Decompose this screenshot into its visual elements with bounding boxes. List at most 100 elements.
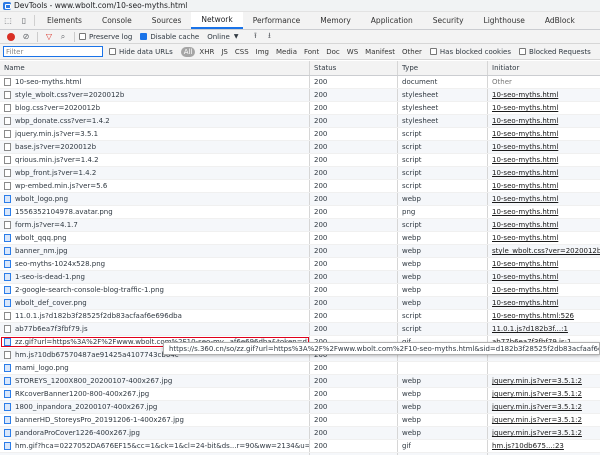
table-row[interactable]: pandoraProCover1226-400x267.jpg 200 webp jq… bbox=[0, 427, 600, 440]
request-name-cell[interactable]: pandoraProCover1226-400x267.jpg bbox=[0, 427, 310, 439]
request-name-cell[interactable]: 2-google-search-console-blog-traffic-1.p… bbox=[0, 284, 310, 296]
table-row[interactable]: 1-seo-is-dead-1.png 200 webp 10-seo-myths.h… bbox=[0, 271, 600, 284]
table-row[interactable]: 10-seo-myths.html 200 document Other bbox=[0, 76, 600, 89]
request-name-cell[interactable]: wp-embed.min.js?ver=5.6 bbox=[0, 180, 310, 192]
request-name-cell[interactable]: wbp_front.js?ver=1.4.2 bbox=[0, 167, 310, 179]
tab-application[interactable]: Application bbox=[361, 12, 423, 29]
hide-data-urls-checkbox[interactable]: Hide data URLs bbox=[109, 48, 173, 56]
table-row[interactable]: hm.gif?hca=0227052DA676EF15&cc=1&ck=1&cl… bbox=[0, 440, 600, 453]
filter-type-other[interactable]: Other bbox=[399, 48, 425, 56]
column-header-status[interactable]: Status bbox=[310, 61, 398, 75]
column-header-type[interactable]: Type bbox=[398, 61, 488, 75]
filter-type-js[interactable]: JS bbox=[218, 48, 231, 56]
tab-memory[interactable]: Memory bbox=[310, 12, 361, 29]
table-row[interactable]: RKcoverBanner1200-800-400x267.jpg 200 webp… bbox=[0, 388, 600, 401]
search-icon[interactable]: ⌕ bbox=[56, 32, 70, 42]
request-name-cell[interactable]: STOREYS_1200X800_20200107-400x267.jpg bbox=[0, 375, 310, 387]
tab-performance[interactable]: Performance bbox=[243, 12, 311, 29]
table-row[interactable]: ab77b6ea7f3fbf79.js 200 script 11.0.1.js?d1… bbox=[0, 323, 600, 336]
column-header-initiator[interactable]: Initiator bbox=[488, 61, 600, 75]
request-name-cell[interactable]: form.js?ver=4.1.7 bbox=[0, 219, 310, 231]
filter-type-media[interactable]: Media bbox=[273, 48, 300, 56]
initiator-link[interactable]: 10-seo-myths.html bbox=[492, 234, 558, 242]
table-row[interactable]: bannerHD_StoreysPro_20191206-1-400x267.j… bbox=[0, 414, 600, 427]
request-name-cell[interactable]: wbp_donate.css?ver=1.4.2 bbox=[0, 115, 310, 127]
blocked-requests-checkbox[interactable]: Blocked Requests bbox=[519, 48, 591, 56]
tab-elements[interactable]: Elements bbox=[37, 12, 92, 29]
filter-type-manifest[interactable]: Manifest bbox=[362, 48, 398, 56]
initiator-link[interactable]: 10-seo-myths.html bbox=[492, 156, 558, 164]
table-row[interactable]: blog.css?ver=2020012b 200 stylesheet 10-seo… bbox=[0, 102, 600, 115]
table-row[interactable]: seo-myths-1024x528.png 200 webp 10-seo-myth… bbox=[0, 258, 600, 271]
filter-type-xhr[interactable]: XHR bbox=[196, 48, 217, 56]
initiator-link[interactable]: 10-seo-myths.html bbox=[492, 143, 558, 151]
tab-sources[interactable]: Sources bbox=[142, 12, 192, 29]
initiator-link[interactable]: 10-seo-myths.html bbox=[492, 104, 558, 112]
table-row[interactable]: wbolt_logo.png 200 webp 10-seo-myths.html bbox=[0, 193, 600, 206]
request-name-cell[interactable]: banner_nm.jpg bbox=[0, 245, 310, 257]
initiator-link[interactable]: 10-seo-myths.html bbox=[492, 91, 558, 99]
disable-cache-checkbox[interactable]: Disable cache bbox=[140, 33, 199, 41]
initiator-link[interactable]: 10-seo-myths.html bbox=[492, 260, 558, 268]
table-row[interactable]: form.js?ver=4.1.7 200 script 10-seo-myths.h… bbox=[0, 219, 600, 232]
tab-console[interactable]: Console bbox=[92, 12, 142, 29]
table-row[interactable]: banner_nm.jpg 200 webp style_wbolt.css?ver=… bbox=[0, 245, 600, 258]
checkbox-box[interactable] bbox=[109, 48, 116, 55]
initiator-link[interactable]: jquery.min.js?ver=3.5.1:2 bbox=[492, 390, 582, 398]
checkbox-box[interactable] bbox=[79, 33, 86, 40]
table-row[interactable]: base.js?ver=2020012b 200 script 10-seo-myth… bbox=[0, 141, 600, 154]
request-name-cell[interactable]: blog.css?ver=2020012b bbox=[0, 102, 310, 114]
table-row[interactable]: wbp_front.js?ver=1.4.2 200 script 10-seo-my… bbox=[0, 167, 600, 180]
initiator-link[interactable]: style_wbolt.css?ver=2020012b bbox=[492, 247, 600, 255]
column-header-name[interactable]: Name bbox=[0, 61, 310, 75]
preserve-log-checkbox[interactable]: Preserve log bbox=[79, 33, 132, 41]
import-har-icon[interactable]: ⭱ bbox=[248, 30, 262, 44]
initiator-link[interactable]: 10-seo-myths.html bbox=[492, 182, 558, 190]
initiator-link[interactable]: 10-seo-myths.html bbox=[492, 286, 558, 294]
table-row[interactable]: jquery.min.js?ver=3.5.1 200 script 10-seo-m… bbox=[0, 128, 600, 141]
request-name-cell[interactable]: mami_logo.png bbox=[0, 362, 310, 374]
table-row[interactable]: 11.0.1.js?d182b3f28525f2db83acfaaf6e696d… bbox=[0, 310, 600, 323]
request-name-cell[interactable]: RKcoverBanner1200-800-400x267.jpg bbox=[0, 388, 310, 400]
initiator-link[interactable]: 10-seo-myths.html bbox=[492, 130, 558, 138]
checkbox-box[interactable] bbox=[140, 33, 148, 40]
initiator-link[interactable]: 11.0.1.js?d182b3f...:1 bbox=[492, 325, 568, 333]
filter-type-img[interactable]: Img bbox=[253, 48, 272, 56]
table-row[interactable]: mami_logo.png 200 bbox=[0, 362, 600, 375]
request-name-cell[interactable]: style_wbolt.css?ver=2020012b bbox=[0, 89, 310, 101]
request-name-cell[interactable]: base.js?ver=2020012b bbox=[0, 141, 310, 153]
has-blocked-cookies-checkbox[interactable]: Has blocked cookies bbox=[429, 48, 511, 56]
initiator-link[interactable]: 10-seo-myths.html bbox=[492, 273, 558, 281]
filter-type-css[interactable]: CSS bbox=[232, 48, 252, 56]
request-name-cell[interactable]: wbolt_logo.png bbox=[0, 193, 310, 205]
initiator-link[interactable]: 10-seo-myths.html bbox=[492, 208, 558, 216]
record-icon[interactable] bbox=[7, 32, 15, 41]
filter-type-ws[interactable]: WS bbox=[344, 48, 361, 56]
request-name-cell[interactable]: ab77b6ea7f3fbf79.js bbox=[0, 323, 310, 335]
request-name-cell[interactable]: 10-seo-myths.html bbox=[0, 76, 310, 88]
initiator-link[interactable]: 10-seo-myths.html bbox=[492, 195, 558, 203]
initiator-link[interactable]: 10-seo-myths.html bbox=[492, 221, 558, 229]
export-har-icon[interactable]: ⭳ bbox=[262, 30, 276, 44]
tab-lighthouse[interactable]: Lighthouse bbox=[474, 12, 535, 29]
initiator-link[interactable]: 10-seo-myths.html bbox=[492, 169, 558, 177]
checkbox-box[interactable] bbox=[519, 48, 527, 55]
initiator-link[interactable]: jquery.min.js?ver=3.5.1:2 bbox=[492, 416, 582, 424]
table-row[interactable]: style_wbolt.css?ver=2020012b 200 styleshee… bbox=[0, 89, 600, 102]
request-name-cell[interactable]: 1-seo-is-dead-1.png bbox=[0, 271, 310, 283]
table-row[interactable]: STOREYS_1200X800_20200107-400x267.jpg 200… bbox=[0, 375, 600, 388]
inspect-element-icon[interactable]: ⬚ bbox=[0, 12, 16, 29]
tab-security[interactable]: Security bbox=[423, 12, 474, 29]
request-name-cell[interactable]: 11.0.1.js?d182b3f28525f2db83acfaaf6e696d… bbox=[0, 310, 310, 322]
filter-input[interactable]: Filter bbox=[3, 46, 103, 57]
request-name-cell[interactable]: 1800_inpandora_20200107-400x267.jpg bbox=[0, 401, 310, 413]
checkbox-box[interactable] bbox=[429, 48, 437, 55]
initiator-link[interactable]: 10-seo-myths.html bbox=[492, 299, 558, 307]
request-name-cell[interactable]: hm.gif?hca=0227052DA676EF15&cc=1&ck=1&cl… bbox=[0, 440, 310, 452]
initiator-link[interactable]: jquery.min.js?ver=3.5.1:2 bbox=[492, 377, 582, 385]
table-row[interactable]: qrious.min.js?ver=1.4.2 200 script 10-seo-m… bbox=[0, 154, 600, 167]
request-name-cell[interactable]: jquery.min.js?ver=3.5.1 bbox=[0, 128, 310, 140]
initiator-link[interactable]: hm.js?10db675...:23 bbox=[492, 442, 564, 450]
request-name-cell[interactable]: seo-myths-1024x528.png bbox=[0, 258, 310, 270]
request-name-cell[interactable]: qrious.min.js?ver=1.4.2 bbox=[0, 154, 310, 166]
